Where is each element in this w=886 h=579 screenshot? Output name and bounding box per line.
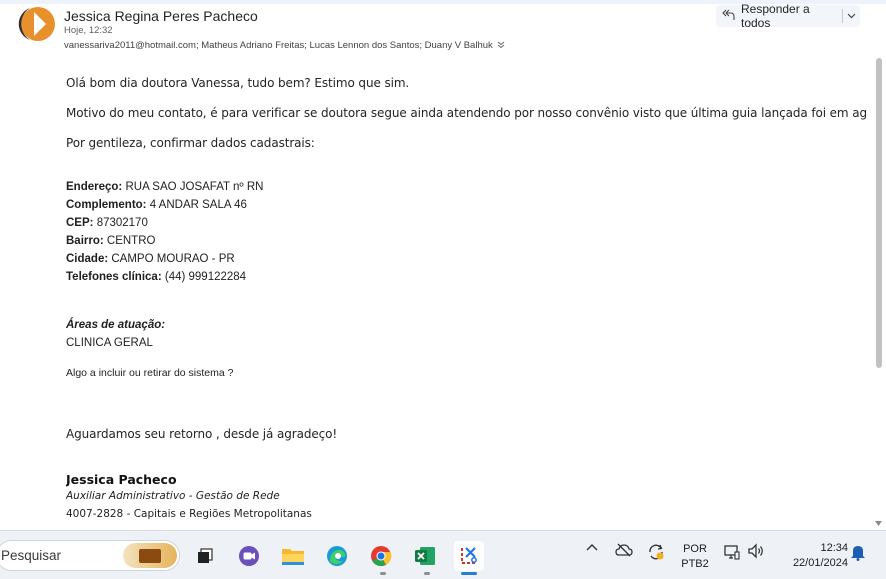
teams-icon[interactable]	[234, 541, 264, 571]
scrollbar-thumb[interactable]	[876, 58, 882, 368]
greeting-text: Olá bom dia doutora Vanessa, tudo bem? E…	[66, 76, 410, 90]
chrome-icon[interactable]	[366, 541, 396, 571]
clock-date: 22/01/2024	[792, 557, 848, 569]
onedrive-offline-icon[interactable]	[614, 543, 634, 557]
sync-warning-icon[interactable]	[646, 543, 666, 561]
excel-icon[interactable]	[410, 541, 440, 571]
message-header: Jessica Regina Peres Pacheco Hoje, 12:32…	[0, 0, 886, 58]
signature-name: Jessica Pacheco	[66, 472, 177, 487]
search-highlight-icon	[123, 543, 177, 568]
system-clock[interactable]: 12:34 22/01/2024	[776, 541, 848, 571]
clock-time: 12:34	[820, 542, 848, 554]
recipients-list: vanessariva2011@hotmail.com; Matheus Adr…	[64, 40, 493, 51]
field-telefones: Telefones clínica: (44) 999122284	[66, 271, 247, 283]
reply-all-button[interactable]: Responder a todos	[716, 2, 836, 30]
task-view-icon[interactable]	[190, 541, 220, 571]
field-complemento: Complemento: 4 ANDAR SALA 46	[66, 199, 247, 211]
field-cidade: Cidade: CAMPO MOURAO - PR	[66, 253, 235, 265]
areas-label: Áreas de atuação:	[66, 319, 166, 331]
reply-all-icon	[722, 9, 735, 24]
file-explorer-icon[interactable]	[278, 541, 308, 571]
reply-all-label: Responder a todos	[741, 2, 810, 30]
message-time: Hoje, 12:32	[64, 25, 113, 36]
excel-running-indicator	[424, 572, 430, 575]
message-body: Olá bom dia doutora Vanessa, tudo bem? E…	[66, 58, 866, 530]
taskbar-search[interactable]: Pesquisar	[0, 540, 180, 571]
question-text: Algo a incluir ou retirar do sistema ?	[66, 367, 234, 379]
language-code: POR	[683, 543, 707, 555]
reply-all-split-button: Responder a todos	[716, 2, 860, 30]
vertical-scrollbar[interactable]	[874, 55, 884, 530]
sender-name[interactable]: Jessica Regina Peres Pacheco	[64, 8, 258, 24]
search-placeholder: Pesquisar	[1, 548, 62, 563]
sender-avatar[interactable]	[14, 3, 56, 45]
show-hidden-icons-chevron-up-icon[interactable]	[584, 543, 600, 551]
reply-options-chevron-icon[interactable]	[843, 5, 860, 27]
field-endereco: Endereço: RUA SAO JOSAFAT nº RN	[66, 181, 264, 193]
chrome-running-indicator	[380, 572, 386, 575]
signature-role: Auxiliar Administrativo - Gestão de Rede	[66, 490, 280, 502]
reason-text: Motivo do meu contato, é para verificar …	[66, 106, 866, 120]
input-language-indicator[interactable]: POR PTB2	[678, 542, 712, 572]
recipients-line[interactable]: vanessariva2011@hotmail.com; Matheus Adr…	[64, 40, 505, 51]
edge-icon[interactable]	[322, 541, 352, 571]
field-cep: CEP: 87302170	[66, 217, 148, 229]
volume-icon[interactable]	[746, 543, 766, 559]
snipping-tool-active-indicator	[461, 572, 477, 575]
scroll-down-arrow-icon[interactable]	[875, 521, 882, 528]
closing-text: Aguardamos seu retorno , desde já agrade…	[66, 427, 338, 441]
areas-value: CLINICA GERAL	[66, 337, 153, 349]
signature-phone: 4007-2828 - Capitais e Regiões Metropoli…	[66, 508, 312, 520]
notification-bell-icon[interactable]	[848, 543, 868, 561]
field-bairro: Bairro: CENTRO	[66, 235, 156, 247]
network-icon[interactable]	[722, 543, 742, 561]
chevron-down-icon[interactable]	[497, 41, 505, 51]
taskbar: Pesquisar POR PTB2 12:34 22/01/2024	[0, 530, 886, 579]
keyboard-layout-code: PTB2	[681, 558, 709, 570]
request-text: Por gentileza, confirmar dados cadastrai…	[66, 136, 315, 150]
snipping-tool-icon[interactable]	[454, 541, 484, 571]
